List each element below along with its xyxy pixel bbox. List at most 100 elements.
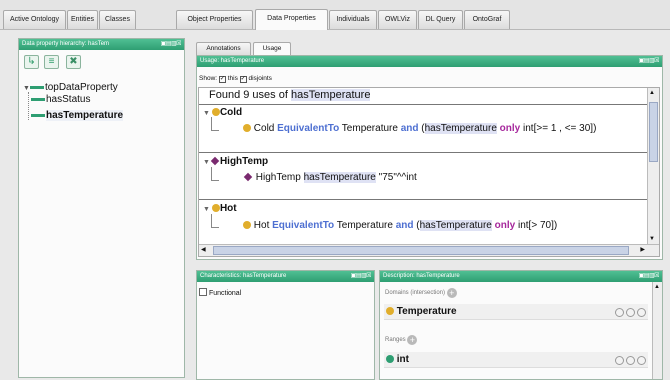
axiom-and: and — [400, 123, 419, 134]
show-label: Show: — [199, 75, 218, 82]
usage-show-options: Show: ✓ this ✓ disjoints — [199, 75, 272, 83]
axiom-restriction: int[> 70]) — [518, 220, 558, 231]
datatype-icon — [386, 355, 394, 363]
scroll-up-icon[interactable]: ▲ — [654, 284, 660, 290]
scroll-left-icon[interactable]: ◀ — [201, 246, 206, 253]
axiom-property: hasTemperature — [424, 123, 497, 134]
individual-icon — [243, 172, 253, 182]
tab-data-properties[interactable]: Data Properties — [255, 9, 328, 30]
tree-expand-icon[interactable]: ▼ — [23, 85, 30, 92]
description-title-text: Description: hasTemperature — [383, 273, 460, 279]
annotate-icon[interactable] — [615, 356, 624, 365]
subtab-annotations[interactable]: Annotations — [196, 42, 251, 55]
usage-item-cold[interactable]: ▼ Cold Cold EquivalentTo Temperature and … — [199, 104, 647, 149]
axiom-subject: HighTemp — [255, 172, 301, 183]
scroll-thumb[interactable] — [649, 102, 658, 162]
axiom-value: "75"^^int — [378, 172, 417, 183]
add-domain-icon[interactable]: + — [446, 288, 457, 298]
add-sibling-icon: ≡ — [48, 56, 55, 67]
usage-item-name: Hot — [219, 203, 237, 214]
usage-found-header: Found 9 uses of hasTemperature — [199, 88, 659, 103]
scroll-thumb[interactable] — [213, 246, 629, 255]
delete-property-icon: ✖ — [69, 56, 78, 67]
collapse-icon[interactable]: ▼ — [203, 159, 210, 166]
scroll-up-icon[interactable]: ▲ — [649, 90, 655, 96]
class-icon — [243, 221, 251, 229]
show-disjoints-checkbox[interactable]: ✓ — [239, 76, 247, 83]
tree-node-topdataproperty[interactable]: ▼ topDataProperty — [23, 82, 118, 93]
scroll-down-icon[interactable]: ▼ — [649, 236, 655, 242]
data-property-icon — [31, 113, 45, 117]
tab-dl-query[interactable]: DL Query — [418, 10, 463, 29]
collapse-icon[interactable]: ▼ — [203, 110, 210, 117]
tab-classes[interactable]: Classes — [99, 10, 136, 29]
axiom-only: only — [499, 123, 521, 134]
class-icon — [211, 108, 220, 116]
axiom-and: and — [395, 220, 414, 231]
class-icon — [386, 307, 394, 315]
show-disjoints-label: disjoints — [248, 75, 272, 82]
edit-icon[interactable] — [637, 308, 646, 317]
panel-controls-icon[interactable]: ▣▤▥☒ — [639, 271, 660, 282]
domain-value: Temperature — [396, 306, 457, 317]
tab-individuals[interactable]: Individuals — [329, 10, 377, 29]
usage-item-hot[interactable]: ▼ Hot Hot EquivalentTo Temperature and (h… — [199, 199, 647, 245]
add-subproperty-button[interactable]: ↳ — [24, 55, 39, 69]
characteristics-panel-title: Characteristics: hasTemperature ▣▤▥☒ — [197, 271, 374, 282]
description-panel-title: Description: hasTemperature ▣▤▥☒ — [380, 271, 662, 282]
class-icon — [211, 204, 220, 212]
characteristics-title-text: Characteristics: hasTemperature — [200, 273, 287, 279]
tree-node-hastemperature[interactable]: hasTemperature — [31, 110, 124, 121]
add-range-icon[interactable]: + — [407, 335, 418, 345]
tab-active-ontology[interactable]: Active Ontology — [3, 10, 66, 29]
panel-controls-icon[interactable]: ▣▤▥☒ — [351, 271, 372, 282]
tree-node-label: topDataProperty — [44, 82, 118, 93]
range-row[interactable]: int — [384, 352, 648, 368]
tree-connector — [28, 92, 29, 120]
usage-vertical-scrollbar[interactable]: ▲ ▼ — [647, 88, 659, 244]
usage-list: Found 9 uses of hasTemperature ▼ Cold Col… — [198, 87, 660, 257]
usage-item-header: ▼ Cold — [203, 107, 242, 118]
delete-icon[interactable] — [626, 356, 635, 365]
usage-panel-title: Usage: hasTemperature ▣▤▥☒ — [197, 56, 662, 67]
scroll-right-icon[interactable]: ▶ — [640, 246, 645, 253]
annotate-icon[interactable] — [615, 308, 624, 317]
description-vertical-scrollbar[interactable]: ▲ — [652, 282, 662, 379]
subtab-usage[interactable]: Usage — [253, 42, 291, 55]
usage-title-text: Usage: hasTemperature — [200, 58, 265, 64]
axiom-hot-equivalent[interactable]: Hot EquivalentTo Temperature and (hasTem… — [243, 220, 557, 231]
range-value: int — [396, 354, 409, 365]
axiom-hightemp-assertion[interactable]: HighTemp hasTemperature "75"^^int — [243, 172, 417, 183]
row-action-buttons — [613, 307, 646, 323]
ontology-tab-bar: Active Ontology Entities Classes Object … — [0, 0, 670, 30]
panel-controls-icon[interactable]: ▣▤▥☒ — [639, 56, 660, 67]
add-subproperty-icon: ↳ — [27, 56, 36, 67]
functional-option[interactable]: Functional — [199, 288, 241, 297]
panel-controls-icon[interactable]: ▣▤▥☒ — [161, 39, 182, 50]
delete-icon[interactable] — [626, 308, 635, 317]
usage-horizontal-scrollbar[interactable]: ◀ ▶ — [199, 244, 659, 256]
add-sibling-property-button[interactable]: ≡ — [44, 55, 59, 69]
ranges-section-header: Ranges + — [385, 335, 418, 345]
tree-node-hasstatus[interactable]: hasStatus — [31, 94, 90, 105]
tab-entities[interactable]: Entities — [67, 10, 98, 29]
usage-item-hightemp[interactable]: ▼ HighTemp HighTemp hasTemperature "75"^^… — [199, 152, 647, 196]
axiom-property: hasTemperature — [303, 172, 376, 183]
tab-ontograf[interactable]: OntoGraf — [464, 10, 510, 29]
axiom-only: only — [494, 220, 516, 231]
hierarchy-panel-title: Data property hierarchy: hasTem ▣▤▥☒ — [19, 39, 184, 50]
show-this-checkbox[interactable]: ✓ — [218, 76, 226, 83]
functional-checkbox[interactable] — [199, 288, 207, 296]
tab-object-properties[interactable]: Object Properties — [176, 10, 253, 29]
description-panel: Description: hasTemperature ▣▤▥☒ Domains… — [379, 270, 663, 380]
delete-property-button[interactable]: ✖ — [66, 55, 81, 69]
domain-row[interactable]: Temperature — [384, 304, 648, 320]
edit-icon[interactable] — [637, 356, 646, 365]
row-action-buttons — [613, 355, 646, 371]
axiom-subject: Cold — [253, 123, 275, 134]
axiom-cold-equivalent[interactable]: Cold EquivalentTo Temperature and (hasTe… — [243, 123, 596, 134]
collapse-icon[interactable]: ▼ — [203, 206, 210, 213]
found-entity-text: hasTemperature — [290, 89, 371, 101]
tab-owlviz[interactable]: OWLViz — [378, 10, 417, 29]
axiom-restriction: int[>= 1 , <= 30]) — [523, 123, 597, 134]
